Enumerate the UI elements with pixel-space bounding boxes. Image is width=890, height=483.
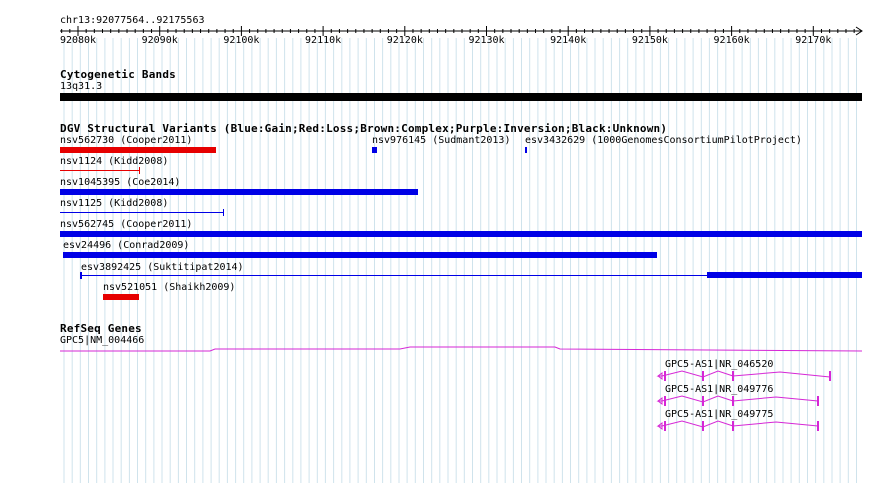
gene-model-gpc5 — [60, 346, 863, 352]
gene-model-nr-049776 — [656, 395, 819, 406]
refseq-gene-models — [60, 346, 863, 431]
gene-model-nr-049775 — [656, 420, 819, 431]
gene-model-nr-046520 — [656, 370, 831, 381]
